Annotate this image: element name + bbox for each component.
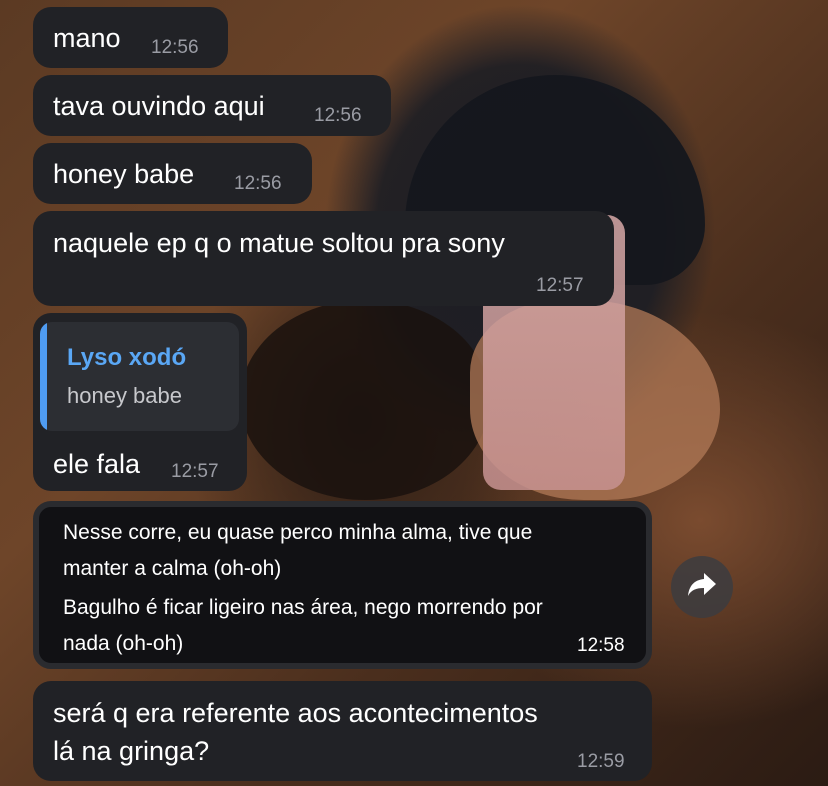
message-bubble[interactable]: mano 12:56 bbox=[33, 7, 228, 68]
message-bubble[interactable]: tava ouvindo aqui 12:56 bbox=[33, 75, 391, 136]
reply-accent-bar bbox=[40, 322, 47, 431]
forward-button[interactable] bbox=[671, 556, 733, 618]
message-bubble[interactable]: será q era referente aos acontecimentos … bbox=[33, 681, 652, 781]
message-text: será q era referente aos acontecimentos bbox=[53, 698, 538, 728]
message-text: naquele ep q o matue soltou pra sony bbox=[53, 228, 505, 258]
message-text: ele fala bbox=[53, 449, 141, 479]
lyric-line: nada (oh-oh) bbox=[63, 632, 184, 655]
message-text: honey babe bbox=[53, 159, 195, 189]
message-time: 12:57 bbox=[171, 461, 219, 482]
reply-author: Lyso xodó bbox=[67, 344, 187, 371]
background-photo-hair bbox=[240, 300, 490, 500]
lyric-line: manter a calma (oh-oh) bbox=[63, 557, 282, 580]
message-text: lá na gringa? bbox=[53, 736, 210, 766]
reply-quote[interactable]: Lyso xodó honey babe bbox=[40, 322, 239, 431]
message-time: 12:56 bbox=[314, 105, 362, 126]
message-bubble[interactable]: honey babe 12:56 bbox=[33, 143, 312, 204]
lyric-line: Bagulho é ficar ligeiro nas área, nego m… bbox=[63, 596, 543, 619]
message-text: tava ouvindo aqui bbox=[53, 91, 265, 121]
forward-arrow-icon bbox=[686, 571, 718, 604]
message-time: 12:59 bbox=[577, 751, 625, 772]
message-time: 12:58 bbox=[577, 635, 625, 656]
lyric-line: Nesse corre, eu quase perco minha alma, … bbox=[63, 521, 533, 544]
message-bubble[interactable]: naquele ep q o matue soltou pra sony 12:… bbox=[33, 211, 614, 306]
message-time: 12:56 bbox=[234, 173, 282, 194]
message-time: 12:56 bbox=[151, 37, 199, 58]
message-text: mano bbox=[53, 23, 121, 53]
message-time: 12:57 bbox=[536, 275, 584, 296]
reply-text: honey babe bbox=[67, 383, 182, 408]
